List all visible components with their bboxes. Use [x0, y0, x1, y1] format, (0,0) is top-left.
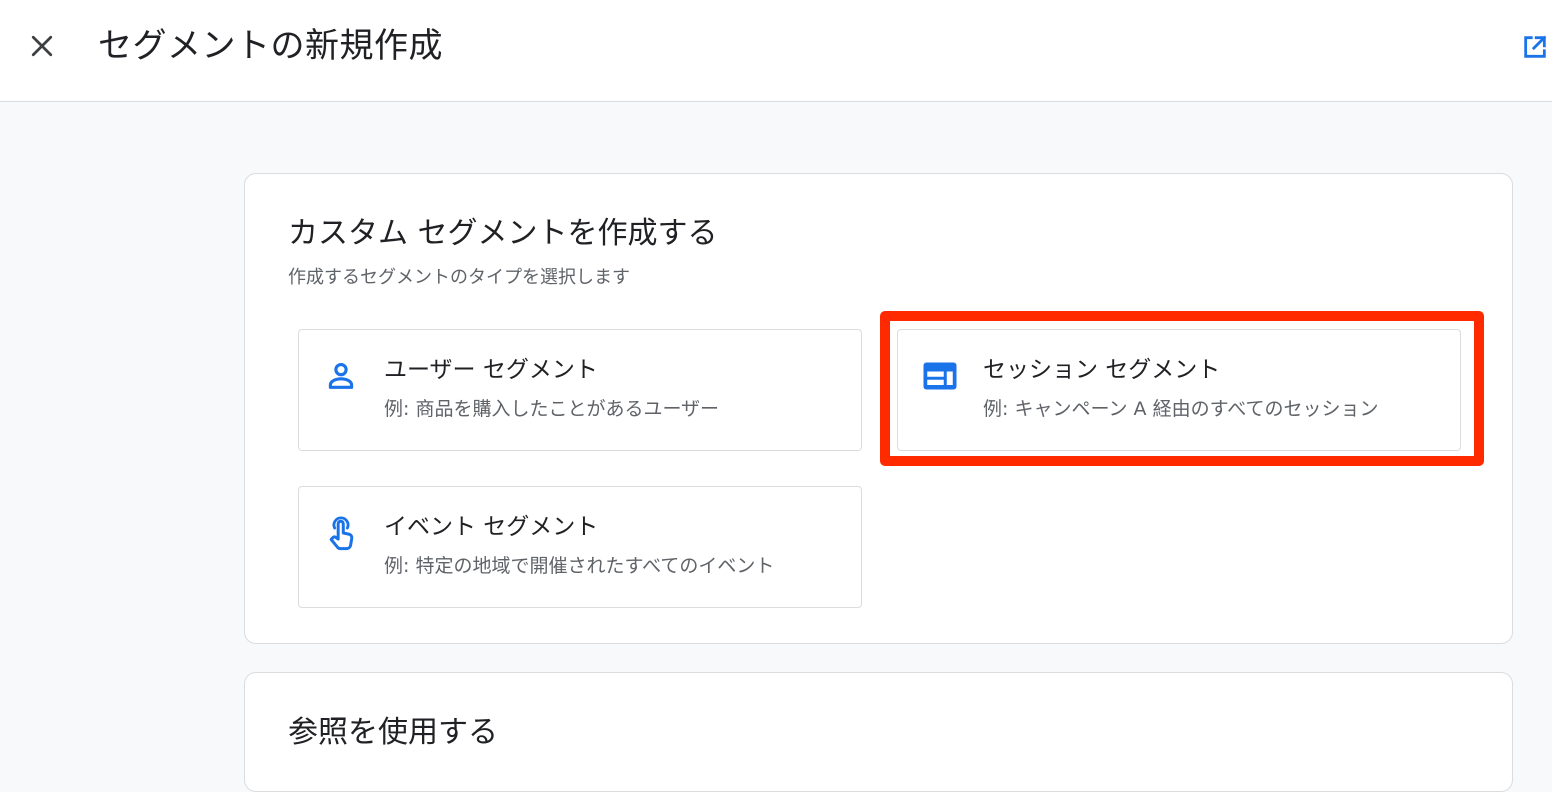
close-button[interactable] — [24, 28, 60, 64]
session-segment-option[interactable]: セッション セグメント 例: キャンペーン A 経由のすべてのセッション — [897, 329, 1461, 451]
page-title: セグメントの新規作成 — [98, 26, 443, 66]
custom-segment-subtitle: 作成するセグメントのタイプを選択します — [288, 267, 630, 288]
person-icon — [323, 358, 359, 394]
user-segment-option[interactable]: ユーザー セグメント 例: 商品を購入したことがあるユーザー — [298, 329, 862, 451]
user-segment-example: 例: 商品を購入したことがあるユーザー — [384, 398, 720, 420]
close-icon — [31, 35, 53, 57]
event-segment-title: イベント セグメント — [384, 514, 599, 540]
web-session-icon — [922, 358, 958, 394]
open-in-new-icon — [1524, 35, 1547, 58]
custom-segment-title: カスタム セグメントを作成する — [288, 216, 718, 251]
custom-segment-card: カスタム セグメントを作成する 作成するセグメントのタイプを選択します ユーザー… — [244, 173, 1513, 644]
event-segment-example: 例: 特定の地域で開催されたすべてのイベント — [384, 555, 775, 577]
touch-hand-icon — [323, 515, 359, 551]
user-segment-title: ユーザー セグメント — [384, 357, 598, 383]
event-segment-option[interactable]: イベント セグメント 例: 特定の地域で開催されたすべてのイベント — [298, 486, 862, 608]
open-in-new-button[interactable] — [1518, 30, 1552, 64]
reference-title: 参照を使用する — [288, 715, 498, 750]
session-segment-example: 例: キャンペーン A 経由のすべてのセッション — [983, 398, 1379, 420]
reference-card: 参照を使用する — [244, 672, 1513, 792]
top-header: セグメントの新規作成 — [0, 0, 1552, 102]
session-segment-title: セッション セグメント — [983, 357, 1221, 383]
